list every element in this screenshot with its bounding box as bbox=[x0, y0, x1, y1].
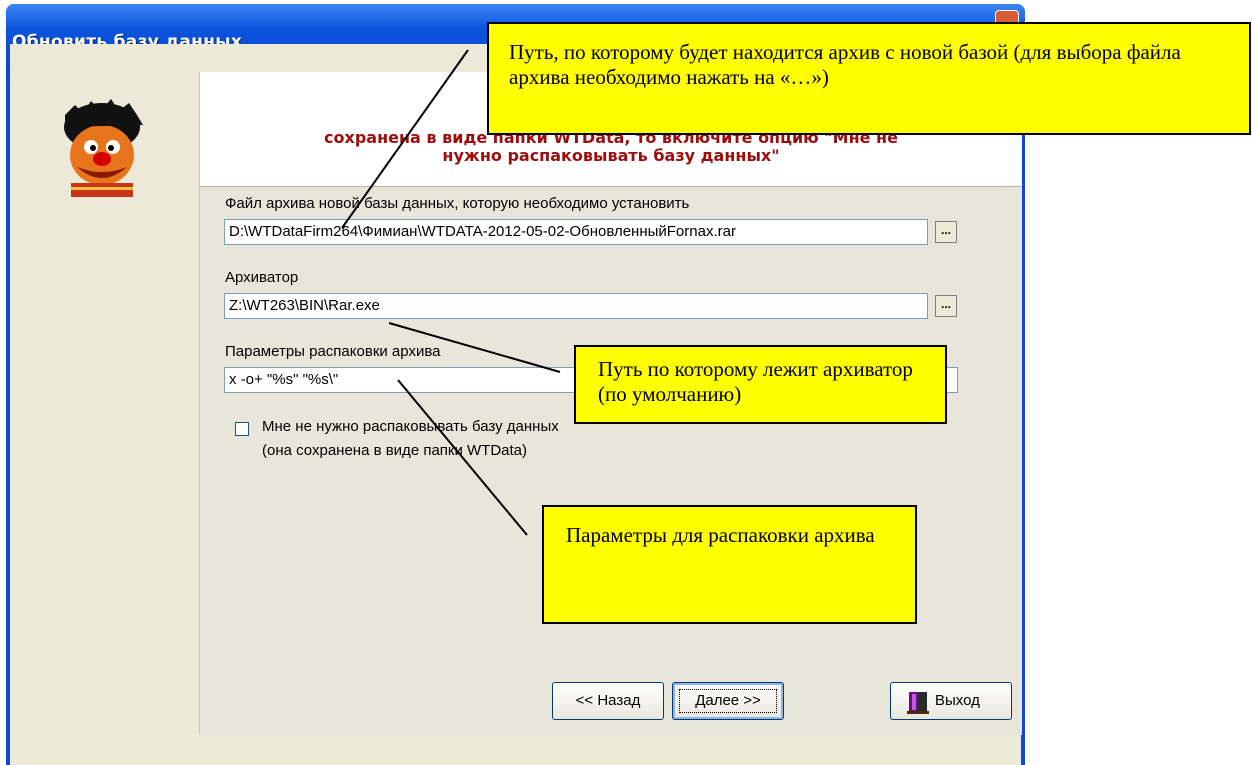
annotation-pointer-line bbox=[341, 49, 469, 229]
archiver-annotation-text: Путь по которому лежит архиватор (по умо… bbox=[598, 357, 913, 406]
params-annotation-callout: Параметры для распаковки архива bbox=[542, 505, 917, 624]
params-annotation-text: Параметры для распаковки архива bbox=[566, 523, 875, 547]
archiver-annotation-callout: Путь по которому лежит архиватор (по умо… bbox=[574, 345, 947, 424]
annotation-pointer-line bbox=[388, 322, 561, 373]
path-annotation-callout: Путь, по которому будет находится архив … bbox=[487, 22, 1251, 135]
annotation-pointer-line bbox=[397, 379, 528, 536]
path-annotation-text: Путь, по которому будет находится архив … bbox=[509, 40, 1181, 89]
